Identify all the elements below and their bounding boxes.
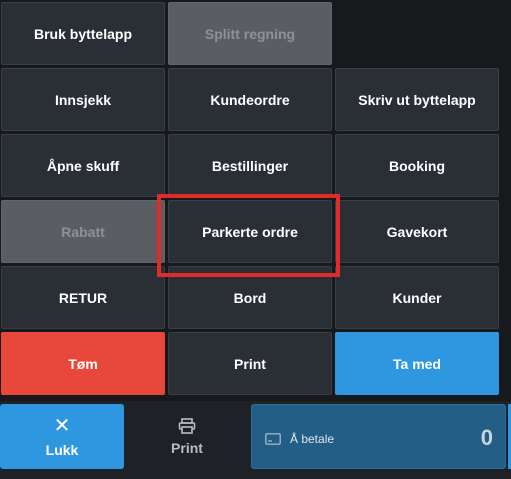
table-button[interactable]: Bord	[168, 266, 332, 329]
close-button[interactable]: ✕ Lukk	[0, 404, 124, 469]
card-icon	[265, 433, 281, 445]
use-exchange-slip-button[interactable]: Bruk byttelapp	[1, 2, 165, 65]
print-label: Print	[171, 439, 203, 456]
discount-button[interactable]: Rabatt	[1, 200, 165, 263]
clear-button[interactable]: Tøm	[1, 332, 165, 395]
pay-button[interactable]: Å betale 0	[251, 404, 506, 469]
customer-order-button[interactable]: Kundeordre	[168, 68, 332, 131]
print-button[interactable]: Print	[168, 332, 332, 395]
check-in-button[interactable]: Innsjekk	[1, 68, 165, 131]
empty-slot	[335, 2, 499, 65]
print-exchange-slip-button[interactable]: Skriv ut byttelapp	[335, 68, 499, 131]
parked-orders-button[interactable]: Parkerte ordre	[168, 200, 332, 263]
pay-label: Å betale	[290, 432, 335, 446]
action-grid: Bruk byttelapp Splitt regning Innsjekk K…	[1, 2, 499, 395]
take-away-button[interactable]: Ta med	[335, 332, 499, 395]
printer-icon	[178, 417, 196, 434]
split-bill-button[interactable]: Splitt regning	[168, 2, 332, 65]
close-icon: ✕	[53, 414, 71, 437]
gift-card-button[interactable]: Gavekort	[335, 200, 499, 263]
print-receipt-button[interactable]: Print	[126, 404, 248, 469]
return-button[interactable]: RETUR	[1, 266, 165, 329]
bottom-bar: ✕ Lukk Print Å betale 0	[0, 401, 511, 479]
customers-button[interactable]: Kunder	[335, 266, 499, 329]
open-drawer-button[interactable]: Åpne skuff	[1, 134, 165, 197]
pay-amount: 0	[480, 425, 493, 450]
booking-button[interactable]: Booking	[335, 134, 499, 197]
orders-button[interactable]: Bestillinger	[168, 134, 332, 197]
close-label: Lukk	[45, 441, 79, 458]
